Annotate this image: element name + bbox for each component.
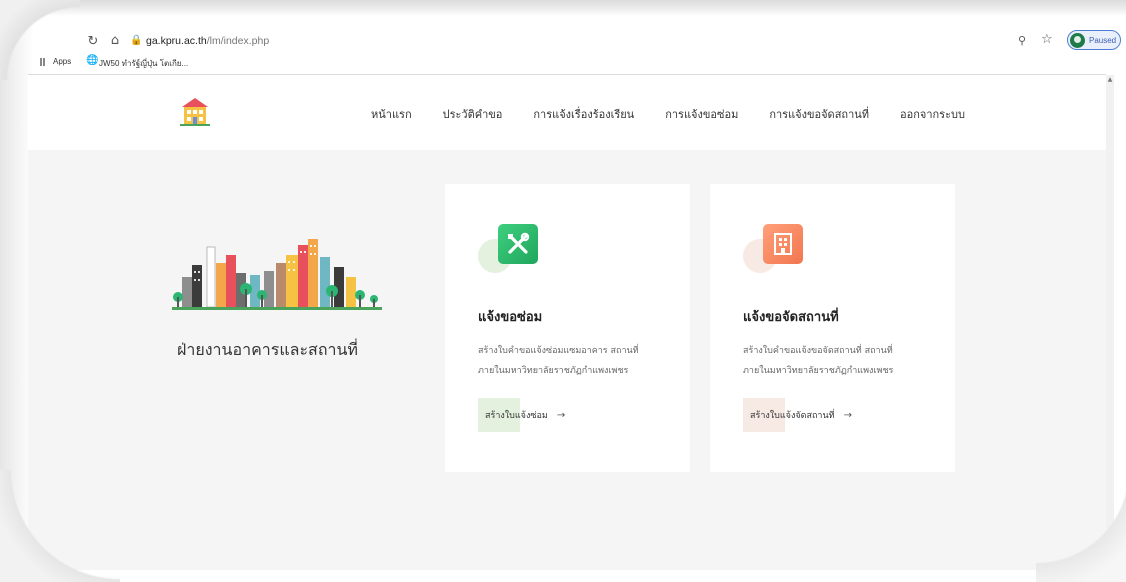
button-label: สร้างใบแจ้งซ่อม: [485, 411, 548, 421]
city-illustration: [172, 239, 382, 310]
top-navigation: หน้าแรก ประวัติคำขอ การแจ้งเรื่องร้องเรี…: [28, 75, 1106, 150]
url-path: /lm/index.php: [206, 35, 270, 47]
arrow-right-icon: →: [556, 409, 566, 421]
avatar: [1070, 32, 1085, 48]
profile-status: Paused: [1089, 35, 1117, 45]
card-desc-line: สร้างใบคำขอแจ้งขอจัดสถานที่ สถานที่: [743, 346, 893, 356]
lock-icon[interactable]: 🔒: [130, 35, 142, 46]
repair-card: แจ้งขอซ่อม สร้างใบคำขอแจ้งซ่อมแซมอาคาร ส…: [445, 184, 690, 472]
scroll-up-icon[interactable]: ▲: [1106, 76, 1114, 83]
reload-icon[interactable]: ↻: [84, 34, 102, 49]
arrow-right-icon: →: [843, 409, 852, 421]
screenshot-frame-corner: [0, 470, 120, 582]
create-repair-button[interactable]: สร้างใบแจ้งซ่อม →: [478, 398, 565, 432]
address-bar: ↻ ⌂ 🔒 ga.kpru.ac.th/lm/index.php ⚲ ☆ Pau…: [34, 30, 1121, 54]
url-host: ga.kpru.ac.th: [146, 35, 207, 47]
card-desc-line: ภายในมหาวิทยาลัยราชภัฏกำแพงเพชร: [478, 366, 629, 376]
nav-logout[interactable]: ออกจากระบบ: [900, 105, 965, 123]
page-content: หน้าแรก ประวัติคำขอ การแจ้งเรื่องร้องเรี…: [28, 75, 1106, 570]
card-desc-line: สร้างใบคำขอแจ้งซ่อมแซมอาคาร สถานที่: [478, 346, 639, 356]
apps-icon[interactable]: [40, 58, 46, 66]
screenshot-frame-corner: [1036, 470, 1126, 582]
nav-venue-request[interactable]: การแจ้งขอจัดสถานที่: [769, 105, 869, 123]
nav-home[interactable]: หน้าแรก: [371, 105, 412, 123]
nav-request-history[interactable]: ประวัติคำขอ: [443, 105, 503, 123]
building-icon: [763, 224, 803, 264]
hero-title: ฝ่ายงานอาคารและสถานที่: [177, 340, 358, 359]
url-field[interactable]: ga.kpru.ac.th/lm/index.php: [146, 35, 269, 47]
home-icon[interactable]: ⌂: [106, 33, 124, 48]
bookmark-item[interactable]: JW50 ทำรัฐ์ญี่ปุ่น โตเกีย...: [99, 57, 188, 70]
bookmark-apps[interactable]: Apps: [53, 57, 71, 66]
card-icon: [743, 224, 803, 274]
logo-icon[interactable]: [178, 97, 212, 127]
create-venue-button[interactable]: สร้างใบแจ้งจัดสถานที่ →: [743, 398, 852, 432]
venue-card: แจ้งขอจัดสถานที่ สร้างใบคำขอแจ้งขอจัดสถา…: [710, 184, 955, 472]
card-desc-line: ภายในมหาวิทยาลัยราชภัฏกำแพงเพชร: [743, 366, 894, 376]
card-title: แจ้งขอจัดสถานที่: [743, 310, 839, 325]
card-description: สร้างใบคำขอแจ้งซ่อมแซมอาคาร สถานที่ ภายใ…: [478, 341, 678, 381]
globe-icon: 🌐: [86, 55, 99, 66]
nav-links: หน้าแรก ประวัติคำขอ การแจ้งเรื่องร้องเรี…: [371, 105, 996, 123]
card-title: แจ้งขอซ่อม: [478, 310, 543, 325]
profile-button[interactable]: Paused: [1067, 30, 1121, 50]
screenshot-frame-top: [0, 0, 1126, 16]
button-label: สร้างใบแจ้งจัดสถานที่: [750, 411, 835, 421]
card-description: สร้างใบคำขอแจ้งขอจัดสถานที่ สถานที่ ภายใ…: [743, 341, 943, 381]
tools-icon: [498, 224, 538, 264]
key-icon[interactable]: ⚲: [1018, 34, 1026, 47]
card-icon: [478, 224, 538, 274]
star-icon[interactable]: ☆: [1041, 32, 1053, 47]
nav-repair-request[interactable]: การแจ้งขอซ่อม: [665, 105, 738, 123]
nav-complaint[interactable]: การแจ้งเรื่องร้องเรียน: [533, 105, 634, 123]
